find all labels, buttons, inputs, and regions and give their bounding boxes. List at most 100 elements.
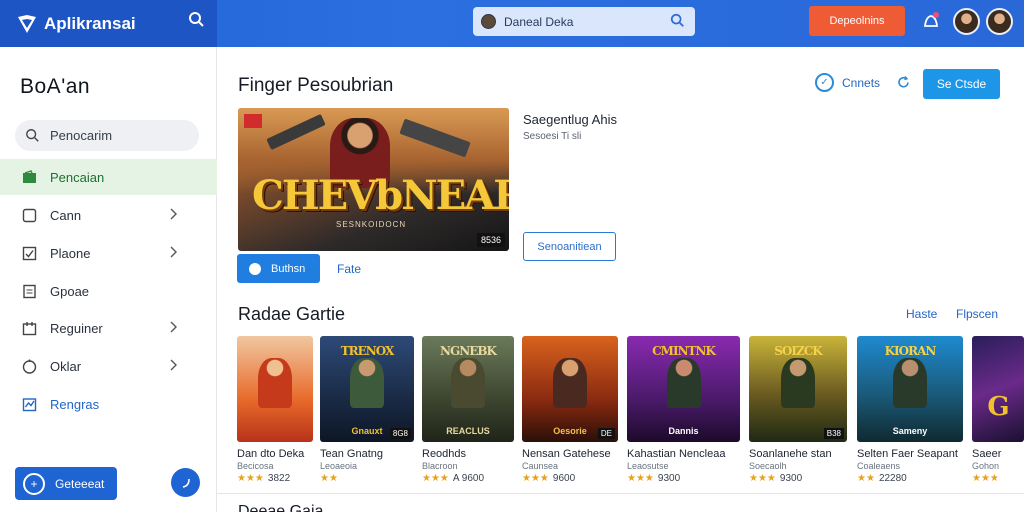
game-art-title: G (987, 392, 1009, 422)
game-corner-tag: 8G8 (389, 428, 411, 439)
game-rating: ★★ 22280 (857, 473, 907, 484)
sidebar-item-oklar[interactable]: Oklar (0, 348, 217, 384)
sidebar-item-plaone[interactable]: Plaone (0, 235, 217, 271)
search-icon[interactable] (188, 11, 205, 28)
featured-game-art[interactable]: CHEVbNEARI SESNKOIDOCN 8536 (238, 108, 509, 251)
brand[interactable]: Aplikransai (0, 0, 217, 47)
circle-icon (22, 359, 37, 374)
game-art-title: TRENOX (340, 344, 395, 358)
game-title: Nensan Gatehese (522, 448, 611, 460)
game-thumbnail: SOIZCK B38 (749, 336, 847, 442)
app-title: Aplikransai (44, 13, 136, 33)
game-rating: ★★ (320, 473, 342, 484)
avatar (481, 14, 496, 29)
star-icon: ★★★ (422, 473, 449, 484)
box-icon (22, 321, 37, 335)
game-rating: ★★★ 9300 (627, 473, 680, 484)
character-figure (553, 358, 587, 408)
game-card[interactable]: Oesorie DE Nensan Gatehese Caunsea ★★★ 96… (522, 336, 618, 488)
search-icon (26, 129, 39, 142)
sidebar-item-label: Plaone (50, 245, 91, 261)
rating-value: 9300 (779, 473, 803, 484)
game-rating: ★★★ A 9600 (422, 473, 484, 484)
game-thumbnail: KIORAN Sameny (857, 336, 963, 442)
featured-outline-button[interactable]: Senoanitiean (523, 232, 616, 261)
section-link[interactable]: Flpscen (956, 307, 998, 321)
game-title: Soanlanehe stan (749, 448, 832, 460)
sidebar-item-cann[interactable]: Cann (0, 197, 217, 233)
refresh-icon[interactable] (896, 75, 911, 90)
notification-icon[interactable] (921, 11, 941, 31)
character-figure (781, 358, 815, 408)
game-subtitle: Coaleaens (857, 461, 901, 471)
featured-art-title: CHEVbNEARI (252, 172, 509, 219)
sidebar: BoA'an Penocarim Pencaian Cann Plaone Gp… (0, 47, 217, 512)
user-avatar-secondary[interactable] (986, 8, 1013, 35)
game-card[interactable]: TRENOX Gnauxt 8G8 Tean Gnatng Leoaeoia ★… (320, 336, 414, 488)
game-card[interactable]: KIORAN Sameny Selten Faer Seapant Coalea… (857, 336, 963, 488)
game-subtitle: Becicosa (237, 461, 274, 471)
sidebar-item-pencaian[interactable]: Pencaian (0, 159, 217, 195)
plus-icon: + (23, 472, 45, 495)
sidebar-item-label: Oklar (50, 358, 82, 374)
cta-button[interactable]: Depeolnins (809, 6, 905, 36)
game-subtitle: Blacroon (422, 461, 458, 471)
game-card[interactable]: CMINTNK Dannis Kahastian Nencleaa Leaosu… (627, 336, 740, 488)
character-figure (258, 358, 292, 408)
game-rating: ★★★ 9300 (749, 473, 802, 484)
connect-link[interactable]: ✓ Cnnets (815, 73, 880, 92)
game-card[interactable]: NGNEBK REACLUS Reodhds Blacroon ★★★ A 960… (422, 336, 514, 488)
primary-button[interactable]: Se Ctsde (923, 69, 1000, 99)
wallet-icon (23, 169, 36, 183)
star-icon: ★★★ (749, 473, 776, 484)
game-card[interactable]: Dan dto Deka Becicosa ★★★ 3822 (237, 336, 313, 488)
star-icon: ★★ (320, 473, 338, 484)
game-art-caption: REACLUS (446, 426, 490, 436)
sidebar-search-placeholder: Penocarim (50, 128, 113, 143)
game-art-caption: Sameny (892, 426, 928, 436)
sidebar-item-gpoae[interactable]: Gpoae (0, 273, 217, 309)
section-link[interactable]: Haste (906, 307, 937, 321)
sidebar-item-label: Reguiner (50, 320, 103, 336)
main-content: Finger Pesoubrian ✓ Cnnets Se Ctsde CHEV… (217, 47, 1024, 512)
square-icon (22, 208, 37, 222)
play-button[interactable]: Buthsn (237, 254, 320, 283)
game-title: Dan dto Deka (237, 448, 305, 460)
game-rating: ★★★ (972, 473, 1003, 484)
arrow-icon (182, 478, 190, 488)
sidebar-action-button[interactable]: + Geteeeat (15, 467, 117, 500)
game-card[interactable]: SOIZCK B38 Soanlanehe stan Soecaolh ★★★ 9… (749, 336, 847, 488)
next-section-title: Deeae Gaia (238, 503, 324, 512)
secondary-link[interactable]: Fate (337, 262, 361, 276)
sidebar-item-reguiner[interactable]: Reguiner (0, 310, 217, 346)
game-thumbnail: NGNEBK REACLUS (422, 336, 514, 442)
help-button[interactable] (171, 468, 200, 497)
game-art-title: CMINTNK (652, 344, 716, 358)
game-card[interactable]: G Saeer Gohon ★★★ (972, 336, 1024, 488)
document-icon (23, 284, 36, 298)
game-subtitle: Soecaolh (749, 461, 787, 471)
play-label: Buthsn (271, 262, 306, 275)
game-title: Tean Gnatng (320, 448, 383, 460)
game-thumbnail: Oesorie DE (522, 336, 618, 442)
featured-corner-tag: 8536 (476, 233, 505, 247)
search-icon[interactable] (670, 13, 685, 28)
sidebar-item-label: Gpoae (50, 283, 90, 299)
game-title: Kahastian Nencleaa (627, 448, 726, 460)
game-title: Reodhds (422, 448, 467, 460)
game-rating: ★★★ 9600 (522, 473, 575, 484)
game-thumbnail: G (972, 336, 1024, 442)
rating-value: 9600 (552, 473, 576, 484)
featured-subtitle: Sesoesi Ti sli (523, 131, 582, 142)
global-search-input[interactable]: Daneal Deka (473, 7, 695, 36)
top-bar: Aplikransai Daneal Deka Depeolnins (0, 0, 1024, 47)
divider (217, 493, 1024, 494)
character-figure (451, 358, 485, 408)
sidebar-search-input[interactable]: Penocarim (15, 120, 199, 151)
user-avatar[interactable] (953, 8, 980, 35)
chevron-right-icon (170, 246, 177, 258)
game-title: Saeer (972, 448, 1002, 460)
sidebar-item-rengras[interactable]: Rengras (0, 386, 217, 422)
game-corner-tag: DE (597, 428, 615, 439)
star-icon: ★★★ (972, 473, 999, 484)
